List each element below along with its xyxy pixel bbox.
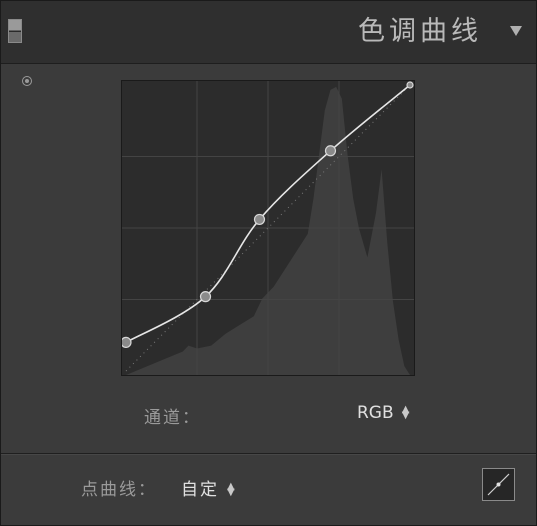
tone-curve-editor[interactable]	[121, 80, 415, 376]
channel-label: 通道：	[144, 408, 201, 428]
triangle-down-icon[interactable]	[510, 26, 522, 36]
panel-title: 色调曲线	[358, 16, 482, 47]
point-curve-label: 点曲线：	[81, 480, 157, 500]
tone-curve-panel: 色调曲线 通道： RGB ▲ ▼ 点曲线： 自定 ▲ ▼	[0, 0, 537, 526]
curve-control-point[interactable]	[199, 291, 212, 303]
channel-select[interactable]: RGB ▲ ▼	[357, 403, 410, 423]
curve-graph[interactable]	[122, 81, 414, 375]
curve-control-point[interactable]	[324, 145, 337, 157]
curve-mode-button[interactable]	[482, 468, 515, 501]
section-divider-highlight	[1, 454, 536, 455]
target-adjust-icon[interactable]	[22, 76, 32, 86]
up-down-stepper-icon: ▲ ▼	[401, 404, 410, 421]
channel-value: RGB	[357, 403, 394, 423]
parametric-curve-icon	[487, 473, 510, 496]
up-down-stepper-icon: ▲ ▼	[227, 481, 237, 498]
point-curve-value: 自定	[181, 480, 219, 500]
curve-control-point[interactable]	[406, 81, 414, 89]
panel-header[interactable]: 色调曲线	[1, 1, 536, 64]
point-curve-select[interactable]: 自定 ▲ ▼	[181, 475, 235, 500]
curve-control-point[interactable]	[122, 336, 132, 348]
curve-control-point[interactable]	[253, 213, 266, 226]
panel-switch-icon[interactable]	[8, 19, 22, 43]
